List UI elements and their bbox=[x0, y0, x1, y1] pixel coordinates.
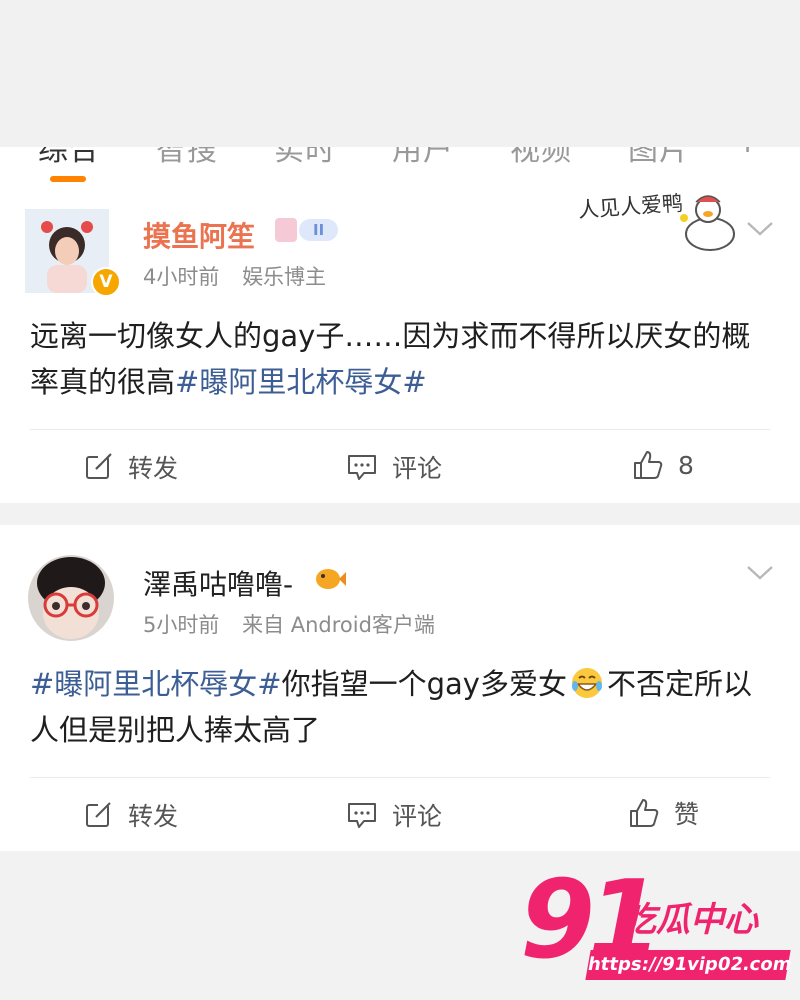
duck-icon bbox=[680, 195, 735, 251]
level-badge-text: II bbox=[299, 219, 339, 241]
tab-add-icon[interactable]: + bbox=[735, 147, 761, 160]
post-meta: 4小时前 娱乐博主 bbox=[143, 261, 342, 291]
repost-button[interactable]: 转发 bbox=[84, 449, 178, 485]
chevron-down-icon[interactable] bbox=[745, 218, 775, 238]
username[interactable]: 摸鱼阿笙 bbox=[143, 215, 255, 255]
post-card: 澤禹咕噜噜- 5小时前 来自 Android客户端 #曝阿里北杯辱女#你指望一个… bbox=[0, 525, 800, 851]
thumbs-up-icon bbox=[634, 451, 663, 479]
tab-videos[interactable]: 视频 bbox=[510, 147, 572, 169]
tab-realtime[interactable]: 实时 bbox=[274, 147, 336, 169]
hashtag-link[interactable]: #曝阿里北杯辱女# bbox=[175, 365, 427, 399]
repost-label: 转发 bbox=[128, 802, 179, 831]
level-badge: II bbox=[275, 218, 339, 242]
avatar[interactable] bbox=[28, 555, 114, 641]
laughing-tears-emoji-icon bbox=[571, 668, 602, 698]
sticker-text: 人见人爱鸭 bbox=[577, 191, 684, 223]
tab-comprehensive[interactable]: 综合 bbox=[38, 147, 100, 169]
comment-icon bbox=[348, 455, 376, 480]
top-blank-area bbox=[0, 0, 800, 147]
share-icon bbox=[86, 453, 112, 479]
like-label: 赞 bbox=[674, 800, 700, 829]
post-body: 你指望一个gay多爱女 bbox=[281, 667, 567, 701]
post-meta: 5小时前 来自 Android客户端 bbox=[143, 609, 451, 639]
comment-button[interactable]: 评论 bbox=[346, 449, 442, 485]
comment-label: 评论 bbox=[392, 454, 443, 483]
post-source: 来自 Android客户端 bbox=[242, 613, 435, 637]
comment-button[interactable]: 评论 bbox=[346, 797, 442, 833]
post-source: 娱乐博主 bbox=[242, 265, 327, 289]
like-button[interactable]: 赞 bbox=[628, 795, 699, 831]
post-time: 5小时前 bbox=[143, 613, 220, 637]
post-text: #曝阿里北杯辱女#你指望一个gay多爱女 不否定所以人但是别把人捧太高了 bbox=[30, 661, 770, 753]
tab-smart-search[interactable]: 智搜 bbox=[156, 147, 218, 169]
repost-label: 转发 bbox=[128, 454, 179, 483]
sticker-decoration: 人见人爱鸭 bbox=[577, 191, 743, 257]
post-text: 远离一切像女人的gay子……因为求而不得所以厌女的概率真的很高#曝阿里北杯辱女# bbox=[30, 313, 770, 405]
verified-badge-icon: V bbox=[91, 267, 121, 297]
post-card: V 摸鱼阿笙 II 4小时前 娱乐博主 人见人爱鸭 远离一切像女人的gay子……… bbox=[0, 187, 800, 503]
hashtag-link[interactable]: #曝阿里北杯辱女# bbox=[30, 667, 282, 701]
tab-images[interactable]: 图片 bbox=[628, 147, 690, 169]
search-tab-bar: 综合 智搜 实时 用户 视频 图片 + bbox=[0, 147, 800, 187]
bunny-badge-icon bbox=[275, 218, 297, 242]
avatar-image bbox=[28, 555, 114, 641]
repost-button[interactable]: 转发 bbox=[84, 797, 178, 833]
watermark-url: https://91vip02.com bbox=[585, 950, 793, 980]
post-time: 4小时前 bbox=[143, 265, 220, 289]
tab-users[interactable]: 用户 bbox=[392, 147, 454, 169]
share-icon bbox=[86, 802, 111, 827]
username[interactable]: 澤禹咕噜噜- bbox=[143, 563, 293, 603]
chevron-down-icon[interactable] bbox=[745, 562, 775, 582]
comment-label: 评论 bbox=[392, 802, 443, 831]
pufferfish-emoji-icon bbox=[316, 569, 346, 589]
thumbs-up-icon bbox=[630, 799, 659, 827]
watermark-title: 吃瓜中心 bbox=[622, 900, 758, 940]
watermark-logo: 91 吃瓜中心 https://91vip02.com bbox=[520, 858, 793, 988]
divider bbox=[30, 429, 770, 430]
comment-icon bbox=[348, 803, 376, 828]
like-count: 8 bbox=[678, 450, 694, 480]
divider bbox=[30, 777, 770, 778]
active-tab-indicator bbox=[50, 176, 86, 182]
like-button[interactable]: 8 bbox=[632, 449, 694, 481]
